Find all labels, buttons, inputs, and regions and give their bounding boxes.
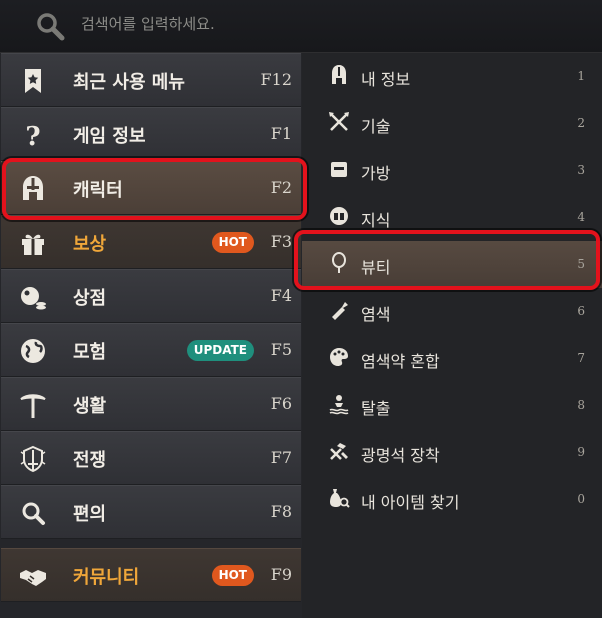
search-icon	[37, 13, 65, 41]
submenu-label: 기술	[361, 117, 391, 136]
helmet-icon	[332, 65, 346, 84]
menu-item-shop[interactable]: 상점 F4	[1, 269, 301, 323]
submenu-label: 가방	[361, 164, 391, 183]
sword-shield-icon	[20, 445, 46, 473]
shortcut-key: 1	[577, 69, 585, 83]
shortcut-key: F5	[270, 340, 292, 359]
menu-item-convenience[interactable]: 편의 F8	[1, 485, 301, 539]
shortcut-key: F1	[270, 124, 292, 143]
menu-label: 전쟁	[73, 450, 107, 471]
tools-icon	[330, 443, 348, 460]
shortcut-key: F8	[270, 502, 292, 521]
pickaxe-icon	[20, 394, 46, 418]
search-input[interactable]: 검색어를 입력하세요.	[81, 13, 215, 34]
bag-icon	[331, 162, 347, 177]
submenu-label: 내 정보	[361, 70, 411, 89]
shortcut-key: F6	[270, 394, 292, 413]
submenu-item-skill[interactable]: 기술 2	[302, 100, 602, 147]
menu-item-reward[interactable]: 보상 HOT F3	[1, 215, 301, 269]
menu-label: 모험	[73, 342, 107, 363]
submenu-item-my-info[interactable]: 내 정보 1	[302, 53, 602, 100]
shortcut-key: F12	[260, 70, 292, 89]
crossed-weapons-icon	[329, 112, 349, 131]
hot-badge: HOT	[211, 565, 254, 586]
item-search-icon	[330, 489, 350, 508]
menu-item-recent[interactable]: 최근 사용 메뉴 F12	[1, 53, 301, 107]
menu-item-game-info[interactable]: ? 게임 정보 F1	[1, 107, 301, 161]
submenu-label: 광명석 장착	[361, 446, 440, 465]
shortcut-key: 9	[577, 445, 585, 459]
submenu-item-escape[interactable]: 탈출 8	[302, 382, 602, 429]
svg-text:?: ?	[25, 122, 40, 150]
submenu-item-find-item[interactable]: 내 아이템 찾기 0	[302, 476, 602, 523]
menu-item-adventure[interactable]: 모험 UPDATE F5	[1, 323, 301, 377]
question-icon: ?	[25, 122, 40, 150]
handshake-icon	[20, 570, 46, 586]
shortcut-key: 6	[577, 304, 585, 318]
search-icon	[22, 502, 45, 525]
menu-label: 편의	[73, 504, 107, 525]
shortcut-key: 8	[577, 398, 585, 412]
shortcut-key: 0	[577, 492, 585, 506]
sub-menu: 내 정보 1 기술 2 가방 3 지식 4 뷰티 5 염색 6 염색약 혼합 7…	[302, 53, 602, 618]
menu-label: 게임 정보	[73, 126, 146, 147]
submenu-label: 염색약 혼합	[361, 352, 440, 371]
shortcut-key: F4	[270, 286, 292, 305]
menu-item-community[interactable]: 커뮤니티 HOT F9	[1, 548, 301, 602]
submenu-item-gem-equip[interactable]: 광명석 장착 9	[302, 429, 602, 476]
submenu-item-dye-mix[interactable]: 염색약 혼합 7	[302, 335, 602, 382]
submenu-item-bag[interactable]: 가방 3	[302, 147, 602, 194]
highlight-outline-beauty	[294, 230, 600, 290]
submenu-label: 염색	[361, 305, 391, 324]
shortcut-key: F3	[270, 232, 292, 251]
menu-label: 최근 사용 메뉴	[73, 72, 185, 93]
gift-icon	[22, 234, 44, 255]
bookmark-star-icon	[25, 69, 41, 93]
update-badge: UPDATE	[186, 340, 254, 361]
hot-badge: HOT	[211, 232, 254, 253]
shortcut-key: 7	[577, 351, 585, 365]
submenu-label: 지식	[361, 211, 391, 230]
menu-label: 커뮤니티	[73, 567, 140, 588]
menu-label: 생활	[73, 396, 107, 417]
menu-label: 보상	[73, 234, 107, 255]
brush-icon	[332, 302, 348, 320]
highlight-outline-character	[2, 158, 307, 220]
main-menu: 최근 사용 메뉴 F12 ? 게임 정보 F1 캐릭터 F2 보상 HOT F3	[0, 53, 302, 618]
book-icon	[330, 207, 348, 225]
submenu-item-dye[interactable]: 염색 6	[302, 288, 602, 335]
shortcut-key: 3	[577, 163, 585, 177]
shortcut-key: F7	[270, 448, 292, 467]
submenu-label: 탈출	[361, 399, 391, 418]
menu-label: 상점	[73, 288, 107, 309]
palette-icon	[330, 348, 348, 366]
submenu-label: 내 아이템 찾기	[361, 493, 460, 512]
shortcut-key: 2	[577, 116, 585, 130]
map-icon	[21, 339, 45, 363]
menu-item-life[interactable]: 생활 F6	[1, 377, 301, 431]
search-bar[interactable]: 검색어를 입력하세요.	[0, 0, 602, 53]
menu-item-war[interactable]: 전쟁 F7	[1, 431, 301, 485]
coins-icon	[21, 287, 46, 310]
shortcut-key: F9	[270, 565, 292, 584]
escape-icon	[329, 395, 349, 415]
shortcut-key: 4	[577, 210, 585, 224]
